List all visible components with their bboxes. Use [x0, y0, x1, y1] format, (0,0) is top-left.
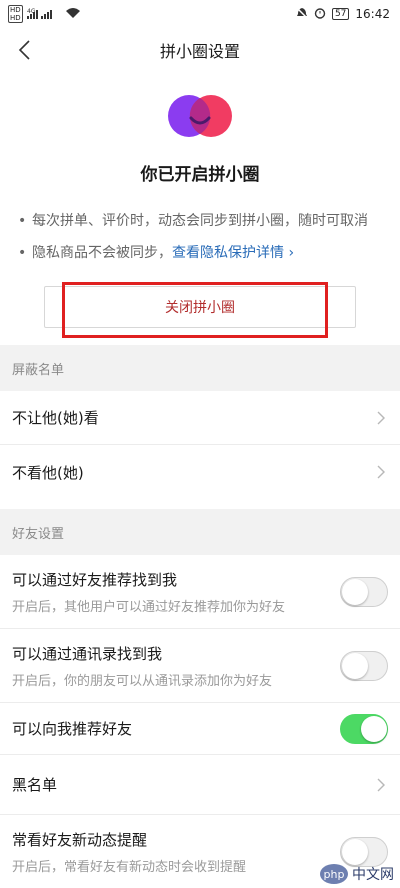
- row-label: 不让他(她)看: [12, 409, 99, 427]
- mute-bell-icon: [296, 6, 308, 22]
- status-right: 57 16:42: [296, 6, 390, 22]
- nav-bar: 拼小圈设置: [0, 28, 400, 72]
- row-label: 常看好友新动态提醒: [12, 831, 148, 849]
- hero-title: 你已开启拼小圈: [140, 165, 260, 185]
- row-subtext: 开启后，其他用户可以通过好友推荐加你为好友: [12, 599, 286, 615]
- signal-icon: 4G: [26, 7, 61, 22]
- row-recommend-friends: 可以向我推荐好友: [0, 703, 400, 755]
- watermark-text: 中文网: [352, 867, 394, 883]
- row-subtext: 开启后，你的朋友可以从通讯录添加你为好友: [12, 673, 273, 689]
- frequent-friend-alerts-toggle[interactable]: [340, 837, 388, 867]
- find-by-contacts-toggle[interactable]: [340, 650, 388, 681]
- bullet-sync: • 每次拼单、评价时，动态会同步到拼小圈，随时可取消: [18, 209, 382, 233]
- bullet-sync-text: 每次拼单、评价时，动态会同步到拼小圈，随时可取消: [32, 213, 368, 229]
- row-label: 不看他(她): [12, 463, 84, 482]
- status-left: HD HD 4G: [8, 5, 81, 23]
- recommend-friends-toggle[interactable]: [340, 713, 388, 744]
- close-button-area: 关闭拼小圈: [0, 273, 400, 338]
- chevron-right-icon: [374, 778, 388, 792]
- row-subtext: 开启后，常看好友有新动态时会收到提醒: [12, 860, 247, 875]
- row-label: 可以通过通讯录找到我: [12, 644, 163, 663]
- chevron-right-icon: [374, 465, 388, 479]
- privacy-details-link[interactable]: 查看隐私保护详情 ›: [172, 245, 294, 261]
- row-hide-from[interactable]: 不让他(她)看: [0, 391, 400, 445]
- page-title: 拼小圈设置: [159, 42, 240, 61]
- sim-icon: HD HD: [8, 5, 23, 23]
- bullet-privacy: • 隐私商品不会被同步，查看隐私保护详情 ›: [18, 245, 295, 261]
- status-bar: HD HD 4G 57 16:42: [0, 0, 400, 28]
- hero: 你已开启拼小圈: [0, 72, 400, 185]
- close-pinxiaoquan-button[interactable]: 关闭拼小圈: [44, 286, 356, 328]
- watermark: php 中文网: [320, 864, 394, 884]
- status-time: 16:42: [355, 7, 390, 21]
- pinxiaoquan-logo-icon: [167, 90, 233, 142]
- alarm-icon: [314, 7, 326, 22]
- php-logo: php: [320, 864, 348, 884]
- row-label: 黑名单: [12, 776, 58, 794]
- row-find-by-contacts: 可以通过通讯录找到我 开启后，你的朋友可以从通讯录添加你为好友: [0, 629, 400, 703]
- row-find-by-recommend: 可以通过好友推荐找到我 开启后，其他用户可以通过好友推荐加你为好友: [0, 555, 400, 629]
- info-bullets: • 每次拼单、评价时，动态会同步到拼小圈，随时可取消 • 隐私商品不会被同步，查…: [0, 185, 400, 265]
- section-header-friends: 好友设置: [0, 509, 400, 555]
- row-label: 可以向我推荐好友: [12, 720, 133, 738]
- find-by-recommend-toggle[interactable]: [340, 576, 388, 607]
- wifi-icon: [65, 7, 81, 22]
- section-header-block: 屏蔽名单: [0, 345, 400, 391]
- chevron-right-icon: [374, 411, 388, 425]
- battery-indicator: 57: [331, 8, 350, 20]
- row-blacklist[interactable]: 黑名单: [0, 755, 400, 815]
- row-hide-them[interactable]: 不看他(她): [0, 445, 400, 499]
- chevron-left-icon: [18, 40, 30, 60]
- back-button[interactable]: [10, 36, 38, 64]
- bullet-privacy-text: 隐私商品不会被同步，: [32, 245, 172, 261]
- row-label: 可以通过好友推荐找到我: [12, 570, 178, 589]
